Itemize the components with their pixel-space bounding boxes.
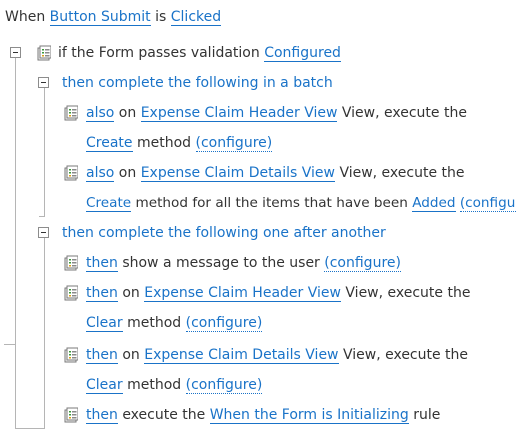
view-link[interactable]: Expense Claim Details View: [144, 347, 339, 364]
method-link[interactable]: Clear: [86, 377, 123, 394]
method-link[interactable]: Create: [86, 195, 132, 212]
configure-link[interactable]: (configure): [185, 377, 263, 394]
then-connector-link[interactable]: then: [86, 407, 118, 424]
sequence-action-4-row: then execute the When the Form is Initia…: [86, 405, 440, 425]
method-text: method: [136, 135, 192, 151]
sequence-action-1-row: then show a message to the user (configu…: [86, 253, 401, 273]
rule-document-icon: [64, 285, 78, 301]
view-link[interactable]: Expense Claim Details View: [140, 165, 335, 182]
view-execute-text: View, execute the: [345, 285, 471, 301]
batch-action-2-method-row: Create method for all the items that hav…: [86, 193, 516, 213]
then-connector-link[interactable]: then: [86, 347, 118, 364]
batch-action-2-row: also on Expense Claim Details View View,…: [86, 163, 465, 183]
on-text: on: [122, 347, 140, 363]
sequence-action-3-row: then on Expense Claim Details View View,…: [86, 345, 468, 365]
event-action-link[interactable]: Clicked: [170, 9, 222, 26]
batch-heading[interactable]: then complete the following in a batch: [62, 73, 333, 93]
configure-link[interactable]: (configure): [195, 135, 273, 152]
condition-configured-link[interactable]: Configured: [264, 45, 341, 62]
rule-link[interactable]: When the Form is Initializing: [209, 407, 409, 424]
collapse-sequence-toggle[interactable]: [38, 227, 49, 238]
event-trigger-row: When Button Submit is Clicked: [5, 7, 222, 27]
batch-action-1-method-row: Create method (configure): [86, 133, 273, 153]
condition-row: if the Form passes validation Configured: [58, 43, 341, 63]
rule-document-icon: [64, 407, 78, 423]
view-link[interactable]: Expense Claim Header View: [144, 285, 341, 302]
on-text: on: [118, 165, 137, 181]
also-connector-link[interactable]: also: [86, 105, 115, 122]
tree-line: [44, 88, 45, 216]
rule-document-icon: [64, 105, 78, 121]
message-text: show a message to the user: [122, 255, 320, 271]
tree-line: [39, 216, 45, 217]
state-link[interactable]: Added: [412, 195, 456, 212]
on-text: on: [122, 285, 140, 301]
method-text: method: [127, 377, 182, 393]
collapse-batch-toggle[interactable]: [38, 77, 49, 88]
configure-link[interactable]: (configure): [459, 195, 516, 212]
condition-text: if the Form passes validation: [58, 45, 260, 61]
rule-text: rule: [413, 407, 441, 423]
sequence-action-2-method-row: Clear method (configure): [86, 313, 263, 333]
rule-document-icon: [37, 45, 51, 61]
method-text: method: [127, 315, 182, 331]
configure-link[interactable]: (configure): [185, 315, 263, 332]
view-execute-text: View, execute the: [341, 105, 467, 121]
also-connector-link[interactable]: also: [86, 165, 115, 182]
event-mid-text: is: [155, 9, 167, 25]
method-link[interactable]: Create: [86, 135, 133, 152]
view-link[interactable]: Expense Claim Header View: [140, 105, 338, 122]
then-connector-link[interactable]: then: [86, 285, 118, 302]
event-control-link[interactable]: Button Submit: [49, 9, 151, 26]
event-prefix: When: [5, 9, 46, 25]
collapse-condition-toggle[interactable]: [10, 47, 21, 58]
sequence-action-3-method-row: Clear method (configure): [86, 375, 263, 395]
view-execute-text: View, execute the: [342, 347, 469, 363]
rule-document-icon: [64, 347, 78, 363]
sequence-action-2-row: then on Expense Claim Header View View, …: [86, 283, 470, 303]
rule-document-icon: [64, 255, 78, 271]
tree-line: [15, 428, 45, 429]
rule-document-icon: [64, 165, 78, 181]
method-text: method for all the items that have been: [135, 195, 408, 211]
batch-action-1-row: also on Expense Claim Header View View, …: [86, 103, 467, 123]
on-text: on: [118, 105, 137, 121]
view-execute-text: View, execute the: [339, 165, 465, 181]
then-connector-link[interactable]: then: [86, 255, 118, 272]
tree-line: [44, 238, 45, 428]
execute-text: execute the: [122, 407, 206, 423]
method-link[interactable]: Clear: [86, 315, 123, 332]
sequence-heading[interactable]: then complete the following one after an…: [62, 223, 386, 243]
tree-line: [15, 88, 16, 428]
configure-link[interactable]: (configure): [324, 255, 401, 272]
